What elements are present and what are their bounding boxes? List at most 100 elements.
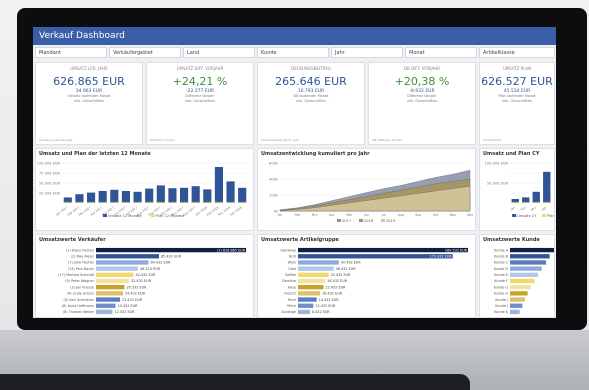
plan-bar [168, 201, 177, 203]
panel-artikelgruppe: Umsatzwerte Artikelgruppe Getränke 189.53… [257, 234, 476, 318]
x-tick-label: Apr [329, 213, 335, 217]
kpi-note: inkl. Gutschriften [501, 99, 532, 103]
x-tick-label: Mrz [312, 213, 318, 217]
bar [145, 188, 154, 203]
x-tick-label: Mai [346, 213, 352, 217]
category-label: Sonstige [281, 310, 296, 314]
category-label: Kunde J [495, 304, 508, 308]
kpi-card-umsatz-diff[interactable]: UMSATZ DIFF. VORJAHR +24,21 % -22.377 EU… [146, 62, 254, 145]
bar [532, 191, 540, 203]
legend-label: Plan 12 Monate [156, 214, 185, 218]
category-label: Kunde I [495, 298, 508, 302]
plan-bar [226, 201, 235, 203]
chart-umsatz-plan-cy: 100.000 EUR 50.000 EUR Jan Feb Mrz Apr Umsatz … [485, 162, 555, 219]
chart-umsatzentwicklung: 600k400k200k0kJan Feb Mrz Apr Mai Jun Jul Aug Se… [269, 162, 473, 224]
hbar [510, 278, 535, 284]
photo-stage: Verkauf Dashboard Mandant Verkäufergebie… [0, 0, 589, 390]
kpi-head: UMSATZ PLAN [502, 66, 532, 71]
plan-bar [511, 201, 519, 203]
value-label: 14.432 EUR [118, 304, 139, 308]
hbar [96, 309, 113, 315]
kpi-card-db-diff[interactable]: DB DIFF. VORJAHR +20,38 % -8.932 EUR Dif… [368, 62, 476, 145]
category-label: Kunde K [494, 310, 509, 314]
filter-bar: Mandant Verkäufergebiet Land Kunde Jahr … [33, 47, 556, 59]
x-tick-label: Jan [509, 205, 516, 212]
legend-label: 2018 [364, 219, 374, 223]
hbar [298, 272, 329, 277]
filter-verkaeufergebiet[interactable]: Verkäufergebiet [109, 47, 181, 58]
kpi-card-plan[interactable]: UMSATZ PLAN 626.527 EUR 45.534 EUR Plan … [479, 62, 555, 145]
value-label: (1) 626.865 EUR [217, 248, 246, 252]
plan-bar [86, 201, 96, 203]
panel-title: Umsatzwerte Kunde [483, 237, 540, 243]
kpi-card-umsatz[interactable]: UMSATZ LFD. JAHR 626.865 EUR 34.963 EUR … [35, 62, 143, 145]
panel-title: Umsatz und Plan der letzten 12 Monate [39, 151, 151, 157]
hbar [96, 297, 120, 302]
x-tick-label: Apr 2018 [229, 205, 243, 216]
hbar [298, 291, 321, 296]
plan-bar [98, 201, 107, 203]
value-label: 48.523 EUR [140, 267, 161, 271]
hbar [298, 278, 326, 284]
kpi-value: +20,38 % [394, 75, 450, 88]
plan-bar [238, 201, 247, 203]
panel-title: Umsatz und Plan CY [483, 151, 540, 157]
bar [110, 189, 119, 203]
panel-umsatz-plan-cy: Umsatz und Plan CY 100.000 EUR 50.000 EUR… [479, 148, 555, 231]
filter-monat[interactable]: Monat [405, 47, 477, 58]
category-label: (4) Linda Schulz [67, 292, 94, 296]
y-tick-label: 100.000 EUR [37, 162, 61, 166]
hbar [96, 303, 116, 308]
hbar [298, 309, 310, 315]
category-label: Kunde C [494, 261, 509, 265]
x-tick-label: Dez 2017 [182, 205, 196, 217]
y-tick-label: 75.000 EUR [39, 172, 61, 176]
value-label: 8.432 EUR [312, 310, 330, 314]
kpi-note: inkl. Gutschriften [184, 99, 215, 103]
kpi-value: +24,21 % [172, 75, 228, 88]
y-tick-label: 100.000 EUR [485, 162, 509, 166]
kpi-note: inkl. Gutschriften [295, 99, 326, 103]
hbar [298, 260, 339, 265]
category-label: Milch [287, 304, 296, 308]
category-label: Fleisch [284, 292, 296, 296]
hbar [510, 260, 547, 265]
kpi-footer: Umsatz Plan [483, 138, 502, 142]
kpi-footer: DB Differenz Vorjahr [372, 138, 403, 142]
hbar [510, 272, 539, 277]
hbar [298, 285, 324, 290]
panel-verkaeufer: Umsatzwerte Verkäufer (1) Klaus Fischer(… [35, 234, 254, 318]
category-label: Gemüse [282, 279, 296, 283]
bar [543, 171, 551, 203]
kpi-card-db[interactable]: DECKUNGSBEITRAG 265.646 EUR 10.793 EUR D… [257, 62, 365, 145]
plan-bar [179, 201, 189, 203]
category-label: Obst [288, 267, 297, 271]
filter-land[interactable]: Land [183, 47, 255, 58]
kpi-note: inkl. Gutschriften [406, 99, 437, 103]
kpi-note: inkl. Gutschriften [73, 99, 104, 103]
hbar [96, 291, 123, 296]
hbar [510, 247, 554, 253]
y-tick-label: 25.000 EUR [39, 192, 61, 196]
value-label: 36.432 EUR [336, 267, 357, 271]
value-label: 64.432 EUR [151, 261, 172, 265]
value-label: 26.432 EUR [327, 279, 348, 283]
bar [98, 191, 107, 203]
x-tick-label: Aug [398, 213, 404, 217]
category-label: (3) Jan Krause [70, 285, 94, 289]
kpi-head: UMSATZ LFD. JAHR [70, 66, 108, 71]
filter-jahr[interactable]: Jahr [331, 47, 403, 58]
category-label: (13) Paul Bauer [68, 267, 95, 271]
filter-mandant[interactable]: Mandant [35, 47, 107, 58]
legend-swatch [102, 214, 107, 217]
bar [156, 185, 165, 203]
plan-bar [63, 201, 72, 203]
legend-label: Plan CY [547, 214, 555, 218]
legend-swatch [359, 219, 363, 222]
filter-artikelklasse[interactable]: Artikelklasse [479, 47, 555, 58]
plan-bar [532, 201, 540, 203]
bar [214, 167, 224, 203]
filter-kunde[interactable]: Kunde [257, 47, 329, 58]
chart-umsatz-12-monate: 100.000 EUR 75.000 EUR 50.000 EUR 25.000 EU… [37, 162, 248, 218]
value-label: 32.432 EUR [131, 279, 152, 283]
